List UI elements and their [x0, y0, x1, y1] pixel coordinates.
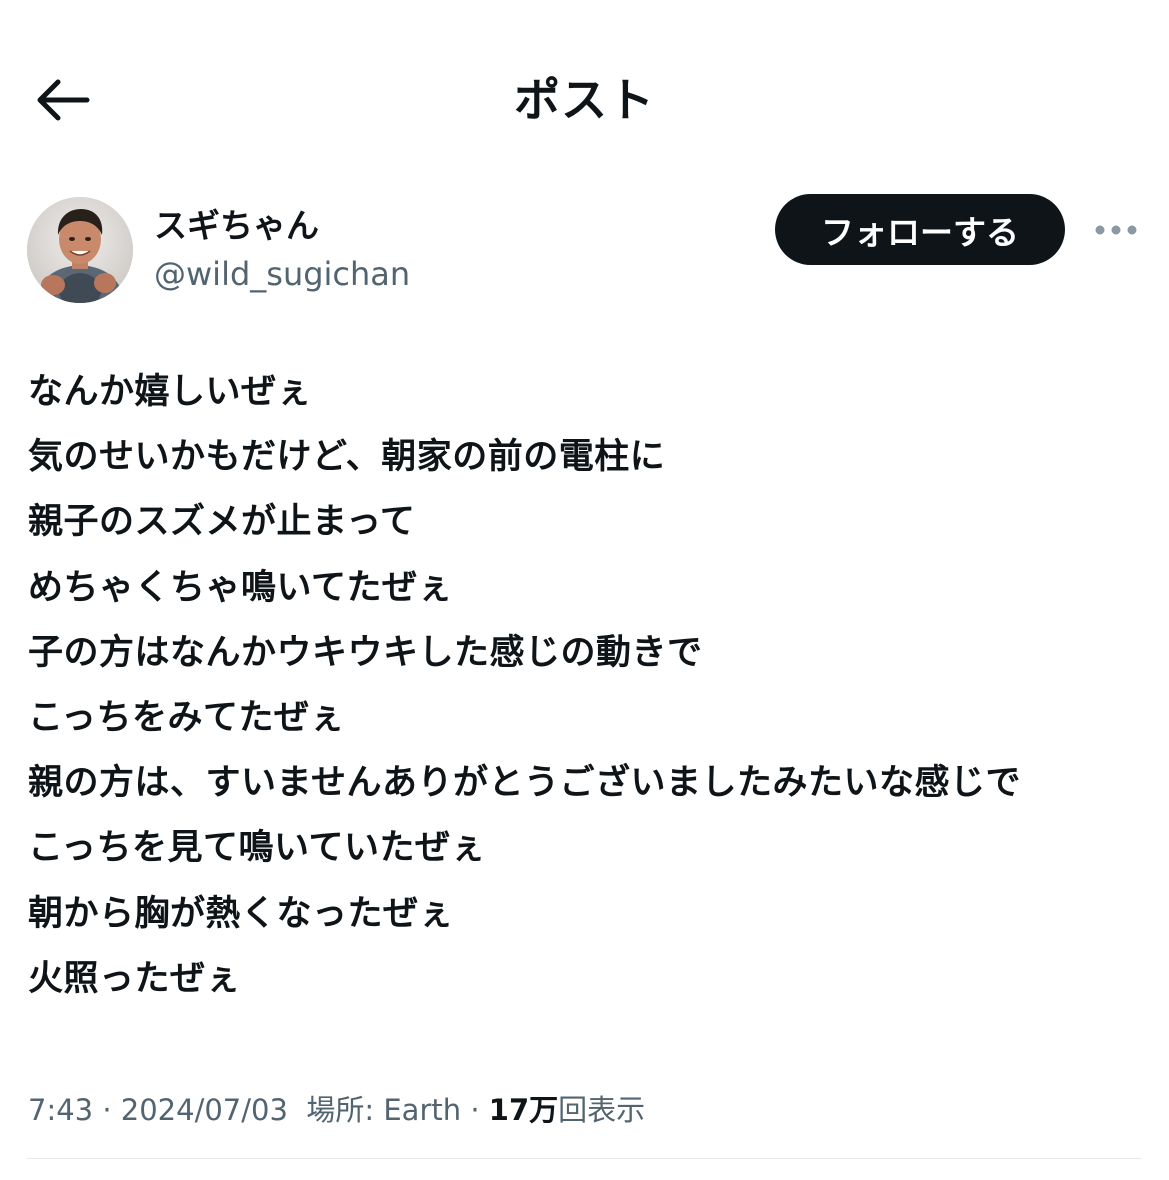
- post-meta: 7:43 · 2024/07/03 場所: Earth · 17万回表示: [28, 1088, 645, 1132]
- divider: [27, 1158, 1142, 1159]
- meta-separator: ·: [461, 1093, 489, 1127]
- post-text: なんか嬉しいぜぇ 気のせいかもだけど、朝家の前の電柱に 親子のスズメが止まって …: [28, 360, 1148, 1012]
- views-label: 回表示: [558, 1093, 646, 1127]
- author-display-name[interactable]: スギちゃん: [154, 204, 319, 248]
- more-options-button[interactable]: [1092, 212, 1140, 248]
- post-line: 朝から胸が熱くなったぜぇ: [28, 893, 455, 934]
- page-title: ポスト: [514, 73, 655, 127]
- user-avatar-icon: [27, 197, 133, 303]
- post-line: こっちをみてたぜぇ: [28, 698, 346, 739]
- meta-separator: ·: [93, 1093, 121, 1127]
- post-line: めちゃくちゃ鳴いてたぜぇ: [28, 567, 453, 608]
- avatar[interactable]: [27, 197, 133, 303]
- post-line: なんか嬉しいぜぇ: [28, 372, 313, 412]
- follow-button[interactable]: フォローする: [775, 194, 1065, 265]
- post-line: 親の方は、すいませんありがとうございましたみたいな感じで: [28, 763, 1021, 804]
- post-line: こっちを見て鳴いていたぜぇ: [28, 828, 487, 869]
- post-line: 火照ったぜぇ: [28, 958, 242, 999]
- post-line: 親子のスズメが止まって: [28, 502, 416, 543]
- post-date[interactable]: 2024/07/03: [121, 1093, 288, 1127]
- author-handle[interactable]: @wild_sugichan: [154, 252, 410, 296]
- post-time[interactable]: 7:43: [28, 1093, 93, 1127]
- post-line: 気のせいかもだけど、朝家の前の電柱に: [28, 437, 666, 478]
- post-line: 子の方はなんかウキウキした感じの動きで: [28, 632, 703, 673]
- views-count[interactable]: 17万: [489, 1093, 558, 1127]
- post-location: 場所: Earth: [306, 1093, 462, 1127]
- more-horizontal-icon: [1095, 225, 1137, 235]
